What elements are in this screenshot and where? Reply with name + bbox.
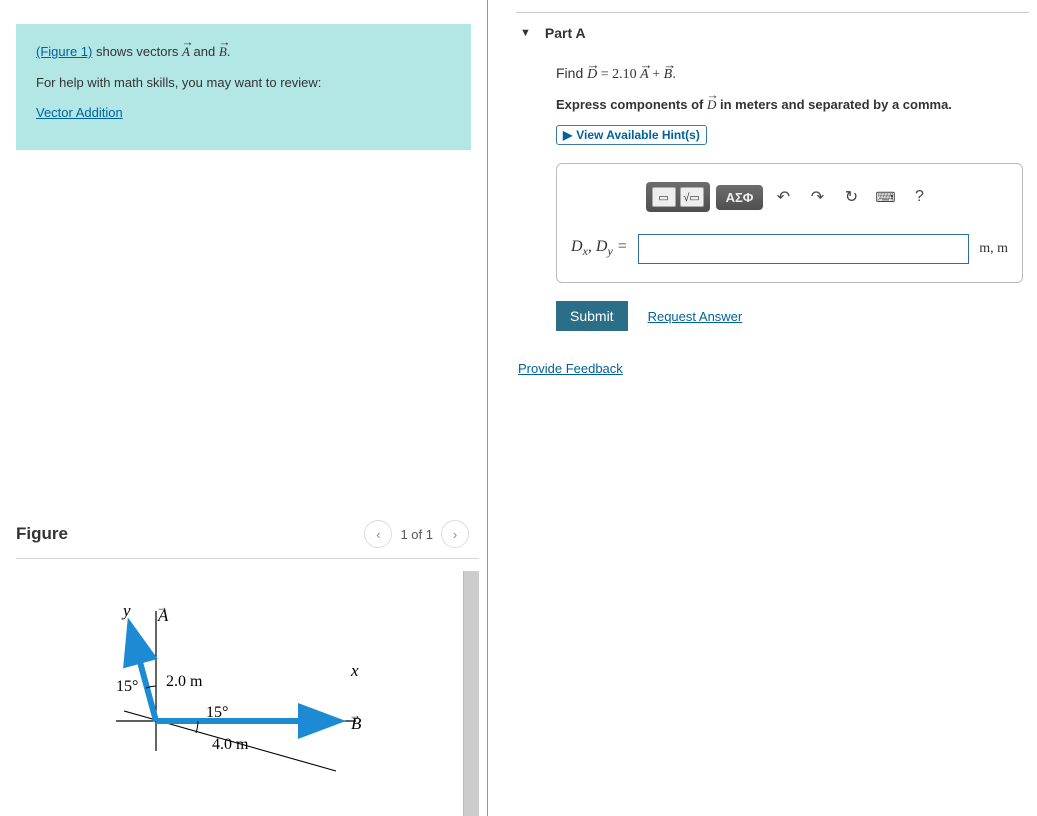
root-icon: √▭: [680, 187, 704, 207]
vector-B-symbol: B: [219, 40, 227, 65]
equals-coeff: = 2.10: [597, 67, 640, 82]
answer-label: Dx, Dy =: [571, 238, 628, 259]
info-box: (Figure 1) shows vectors A and B. For he…: [16, 24, 471, 150]
answer-toolbar: ▭ √▭ ΑΣΦ ↶ ↷ ↻ ⌨ ?: [571, 182, 1008, 212]
pager-next-button[interactable]: ›: [441, 520, 469, 548]
figure-pager: ‹ 1 of 1 ›: [364, 520, 469, 548]
hints-label: View Available Hint(s): [576, 128, 700, 142]
pager-prev-button[interactable]: ‹: [364, 520, 392, 548]
vector-A-symbol: A: [182, 40, 190, 65]
axis-y-label: y: [121, 601, 131, 620]
express-line: Express components of D in meters and se…: [556, 97, 1023, 113]
B-angle: 15°: [206, 704, 228, 721]
A-magnitude: 2.0 m: [166, 673, 203, 690]
part-a-label: Part A: [545, 25, 586, 41]
info-shows: shows vectors: [92, 44, 182, 59]
question-block: Find D = 2.10 A + B. Express components …: [556, 65, 1037, 331]
figure-1-link[interactable]: (Figure 1): [36, 44, 92, 59]
B-magnitude: 4.0 m: [212, 736, 249, 753]
pager-label: 1 of 1: [400, 527, 433, 542]
units-label: m, m: [979, 241, 1008, 257]
part-a-header[interactable]: ▼ Part A: [520, 25, 1037, 41]
vector-D-symbol-2: D: [707, 97, 716, 113]
provide-feedback-link[interactable]: Provide Feedback: [516, 361, 623, 376]
svg-text:→: →: [349, 708, 361, 722]
top-divider: [516, 12, 1029, 13]
vector-A-symbol-2: A: [640, 67, 649, 83]
answer-input[interactable]: [638, 234, 970, 264]
figure-header: Figure ‹ 1 of 1 ›: [16, 520, 479, 559]
undo-button[interactable]: ↶: [769, 183, 797, 211]
figure-title: Figure: [16, 524, 68, 544]
request-answer-link[interactable]: Request Answer: [648, 309, 743, 324]
redo-button[interactable]: ↷: [803, 183, 831, 211]
figure-svg: y x A → B → 2.0 m 4.0 m 15° 15°: [16, 571, 463, 816]
template-tool-group[interactable]: ▭ √▭: [646, 182, 710, 212]
answer-row: Dx, Dy = m, m: [571, 234, 1008, 264]
svg-text:→: →: [156, 600, 168, 614]
express-prefix: Express components of: [556, 97, 707, 112]
axis-x-label: x: [350, 661, 359, 680]
help-button[interactable]: ?: [905, 183, 933, 211]
express-suffix: in meters and separated by a comma.: [716, 97, 952, 112]
help-text: For help with math skills, you may want …: [36, 71, 451, 96]
vector-D-symbol: D: [587, 67, 597, 83]
A-angle: 15°: [116, 678, 138, 695]
vector-B-symbol-2: B: [664, 67, 673, 83]
submit-button[interactable]: Submit: [556, 301, 628, 331]
hints-chevron-icon: ▶: [563, 128, 572, 142]
keyboard-button[interactable]: ⌨: [871, 183, 899, 211]
answer-box: ▭ √▭ ΑΣΦ ↶ ↷ ↻ ⌨ ? Dx, Dy =: [556, 163, 1023, 283]
greek-label: ΑΣΦ: [722, 190, 758, 205]
fraction-icon: ▭: [652, 187, 676, 207]
find-line: Find D = 2.10 A + B.: [556, 65, 1023, 83]
figure-area: y x A → B → 2.0 m 4.0 m 15° 15°: [16, 571, 479, 816]
vector-addition-link[interactable]: Vector Addition: [36, 105, 123, 120]
right-pane: ▼ Part A Find D = 2.10 A + B. Express co…: [488, 0, 1037, 816]
info-and: and: [190, 44, 219, 59]
greek-tool-button[interactable]: ΑΣΦ: [716, 185, 764, 210]
reset-button[interactable]: ↻: [837, 183, 865, 211]
collapse-icon: ▼: [520, 27, 531, 39]
figure-scrollbar[interactable]: [463, 571, 479, 816]
submit-row: Submit Request Answer: [556, 301, 1023, 331]
left-pane: (Figure 1) shows vectors A and B. For he…: [0, 0, 488, 816]
find-prefix: Find: [556, 65, 587, 81]
view-hints-button[interactable]: ▶ View Available Hint(s): [556, 125, 707, 145]
